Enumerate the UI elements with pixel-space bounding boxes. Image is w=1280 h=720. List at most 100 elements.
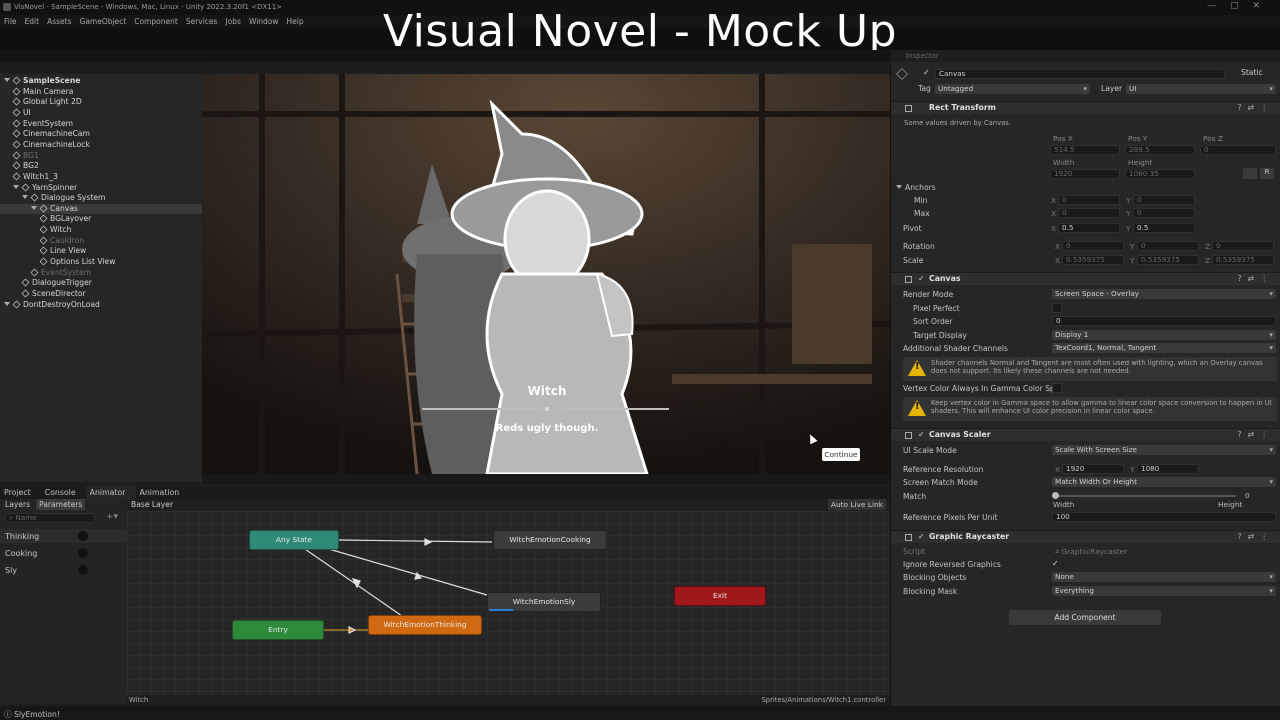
expand-arrow-icon[interactable] [4,301,10,306]
hierarchy-item[interactable]: SampleScene [4,76,80,87]
hierarchy-item[interactable]: CinemachineLock [12,140,90,151]
hierarchy-item[interactable]: DontDestroyOnLoad [4,300,100,311]
tab-animation[interactable]: Animation [136,486,190,499]
hierarchy-item[interactable]: CinemachineCam [12,129,90,140]
component-menu-icon[interactable]: ?⇄⋮ [1238,102,1274,114]
canvas-enabled-checkbox[interactable]: ✓ [918,273,925,285]
rotation-z-field[interactable]: 0 [1212,241,1274,251]
graphic-raycaster-header[interactable]: ✓ Graphic Raycaster ?⇄⋮ [891,530,1280,543]
graphic-raycaster-enabled-checkbox[interactable]: ✓ [918,531,925,543]
animator-graph[interactable]: Base Layer Auto Live Link Any State Witc… [127,499,890,704]
hierarchy-item[interactable]: EventSystem [30,268,91,279]
hierarchy-item[interactable]: Canvas [0,203,202,215]
state-entry[interactable]: Entry [232,620,324,640]
tab-console[interactable]: Console [41,486,86,499]
vertex-color-checkbox[interactable] [1052,383,1062,393]
hierarchy-item[interactable]: EventSystem [12,119,73,130]
rotation-y-field[interactable]: 0 [1137,241,1199,251]
continue-button[interactable]: Continue [822,448,860,461]
match-slider-track[interactable] [1056,495,1236,497]
blueprint-button[interactable] [1243,168,1257,179]
tab-project[interactable]: Project [0,486,41,499]
hierarchy-item[interactable]: SceneDirector [21,289,86,300]
anchor-min-y-field[interactable]: 0 [1133,195,1195,205]
static-label[interactable]: Static [1241,68,1263,77]
hierarchy-item[interactable]: Line View [39,246,86,257]
active-checkbox[interactable]: ✓ [923,68,930,77]
ignore-reversed-checkbox[interactable]: ✓ [1052,559,1062,569]
layers-tab[interactable]: Layers [5,500,30,509]
hierarchy-item[interactable]: Main Camera [12,87,73,98]
anchor-max-y-field[interactable]: 0 [1133,208,1195,218]
canvas-scaler-header[interactable]: ✓ Canvas Scaler ?⇄⋮ [891,428,1280,441]
hierarchy-item[interactable]: BG2 [12,161,39,172]
param-toggle-cooking[interactable] [78,548,88,558]
state-witch-emotion-thinking[interactable]: WitchEmotionThinking [368,615,482,635]
param-toggle-sly[interactable] [78,565,88,575]
hierarchy-item[interactable]: DialogueTrigger [21,278,92,289]
pivot-x-field[interactable]: 0.5 [1058,223,1120,233]
pixel-perfect-checkbox[interactable] [1052,303,1062,313]
status-message[interactable]: SlyEmotion! [14,710,60,719]
tag-dropdown[interactable]: Untagged [935,84,1090,94]
pos-z-field[interactable]: 0 [1200,145,1276,155]
state-any-state[interactable]: Any State [249,530,339,550]
hierarchy-item[interactable]: Cauldron [39,236,84,247]
expand-arrow-icon[interactable] [31,205,37,210]
hierarchy-item[interactable]: Witch1_3 [12,172,58,183]
match-slider-handle[interactable] [1052,492,1059,499]
state-witch-emotion-cooking[interactable]: WitchEmotionCooking [493,530,607,550]
layer-dropdown[interactable]: UI [1126,84,1276,94]
object-name-field[interactable]: Canvas [935,69,1225,79]
blocking-mask-dropdown[interactable]: Everything [1052,586,1276,596]
state-exit[interactable]: Exit [674,586,766,606]
ref-res-y-field[interactable]: 1080 [1137,464,1199,474]
blocking-objects-dropdown[interactable]: None [1052,572,1276,582]
hierarchy-item[interactable]: Dialogue System [22,193,105,204]
pivot-y-field[interactable]: 0.5 [1133,223,1195,233]
tab-animator[interactable]: Animator [85,486,136,499]
hierarchy-item[interactable]: Options List View [39,257,115,268]
hierarchy-item[interactable]: Global Light 2D [12,97,82,108]
expand-arrow-icon[interactable] [13,184,19,189]
target-display-dropdown[interactable]: Display 1 [1052,330,1276,340]
game-view[interactable]: Witch Reds ugly though. Continue [202,74,890,474]
component-menu-icon[interactable]: ?⇄⋮ [1238,531,1274,543]
add-component-button[interactable]: Add Component [1009,610,1161,625]
width-field[interactable]: 1920 [1050,169,1120,179]
hierarchy-item[interactable]: BGLayover [39,214,91,225]
scale-x-field[interactable]: 0.5359375 [1062,255,1124,265]
shader-channels-dropdown[interactable]: TexCoord1, Normal, Tangent [1052,343,1276,353]
height-field[interactable]: 1080.35 [1125,169,1195,179]
parameters-tab[interactable]: Parameters [36,499,86,510]
rotation-x-field[interactable]: 0 [1062,241,1124,251]
component-menu-icon[interactable]: ?⇄⋮ [1238,273,1274,285]
inspector-tab[interactable]: Inspector [906,52,939,60]
ui-scale-mode-dropdown[interactable]: Scale With Screen Size [1052,445,1276,455]
script-field[interactable]: ⌗ GraphicRaycaster [1055,547,1127,557]
screen-match-mode-dropdown[interactable]: Match Width Or Height [1052,477,1276,487]
expand-arrow-icon[interactable] [4,78,10,82]
hierarchy-item[interactable]: BG1 [12,151,39,162]
pos-y-field[interactable]: 289.5 [1125,145,1195,155]
canvas-component-header[interactable]: ✓ Canvas ?⇄⋮ [891,272,1280,285]
match-value[interactable]: 0 [1245,491,1250,500]
add-parameter-button[interactable]: +▾ [106,512,118,522]
raw-edit-button[interactable]: R [1260,168,1274,179]
pos-x-field[interactable]: 514.5 [1050,145,1120,155]
param-toggle-thinking[interactable] [78,531,88,541]
canvas-scaler-enabled-checkbox[interactable]: ✓ [918,429,925,441]
scale-y-field[interactable]: 0.5359375 [1137,255,1199,265]
hierarchy-item[interactable]: UI [12,108,31,119]
rect-transform-header[interactable]: Rect Transform ?⇄⋮ [891,101,1280,114]
hierarchy-item[interactable]: YarnSpinner [13,183,77,194]
ref-res-x-field[interactable]: 1920 [1062,464,1124,474]
anchor-min-x-field[interactable]: 0 [1058,195,1120,205]
hierarchy-item[interactable]: Witch [39,225,71,236]
anchor-max-x-field[interactable]: 0 [1058,208,1120,218]
scale-z-field[interactable]: 0.5359375 [1212,255,1274,265]
expand-arrow-icon[interactable] [22,195,28,200]
render-mode-dropdown[interactable]: Screen Space - Overlay [1052,289,1276,299]
parameter-search-input[interactable]: ⌕ Name [5,513,95,523]
component-menu-icon[interactable]: ?⇄⋮ [1238,429,1274,441]
